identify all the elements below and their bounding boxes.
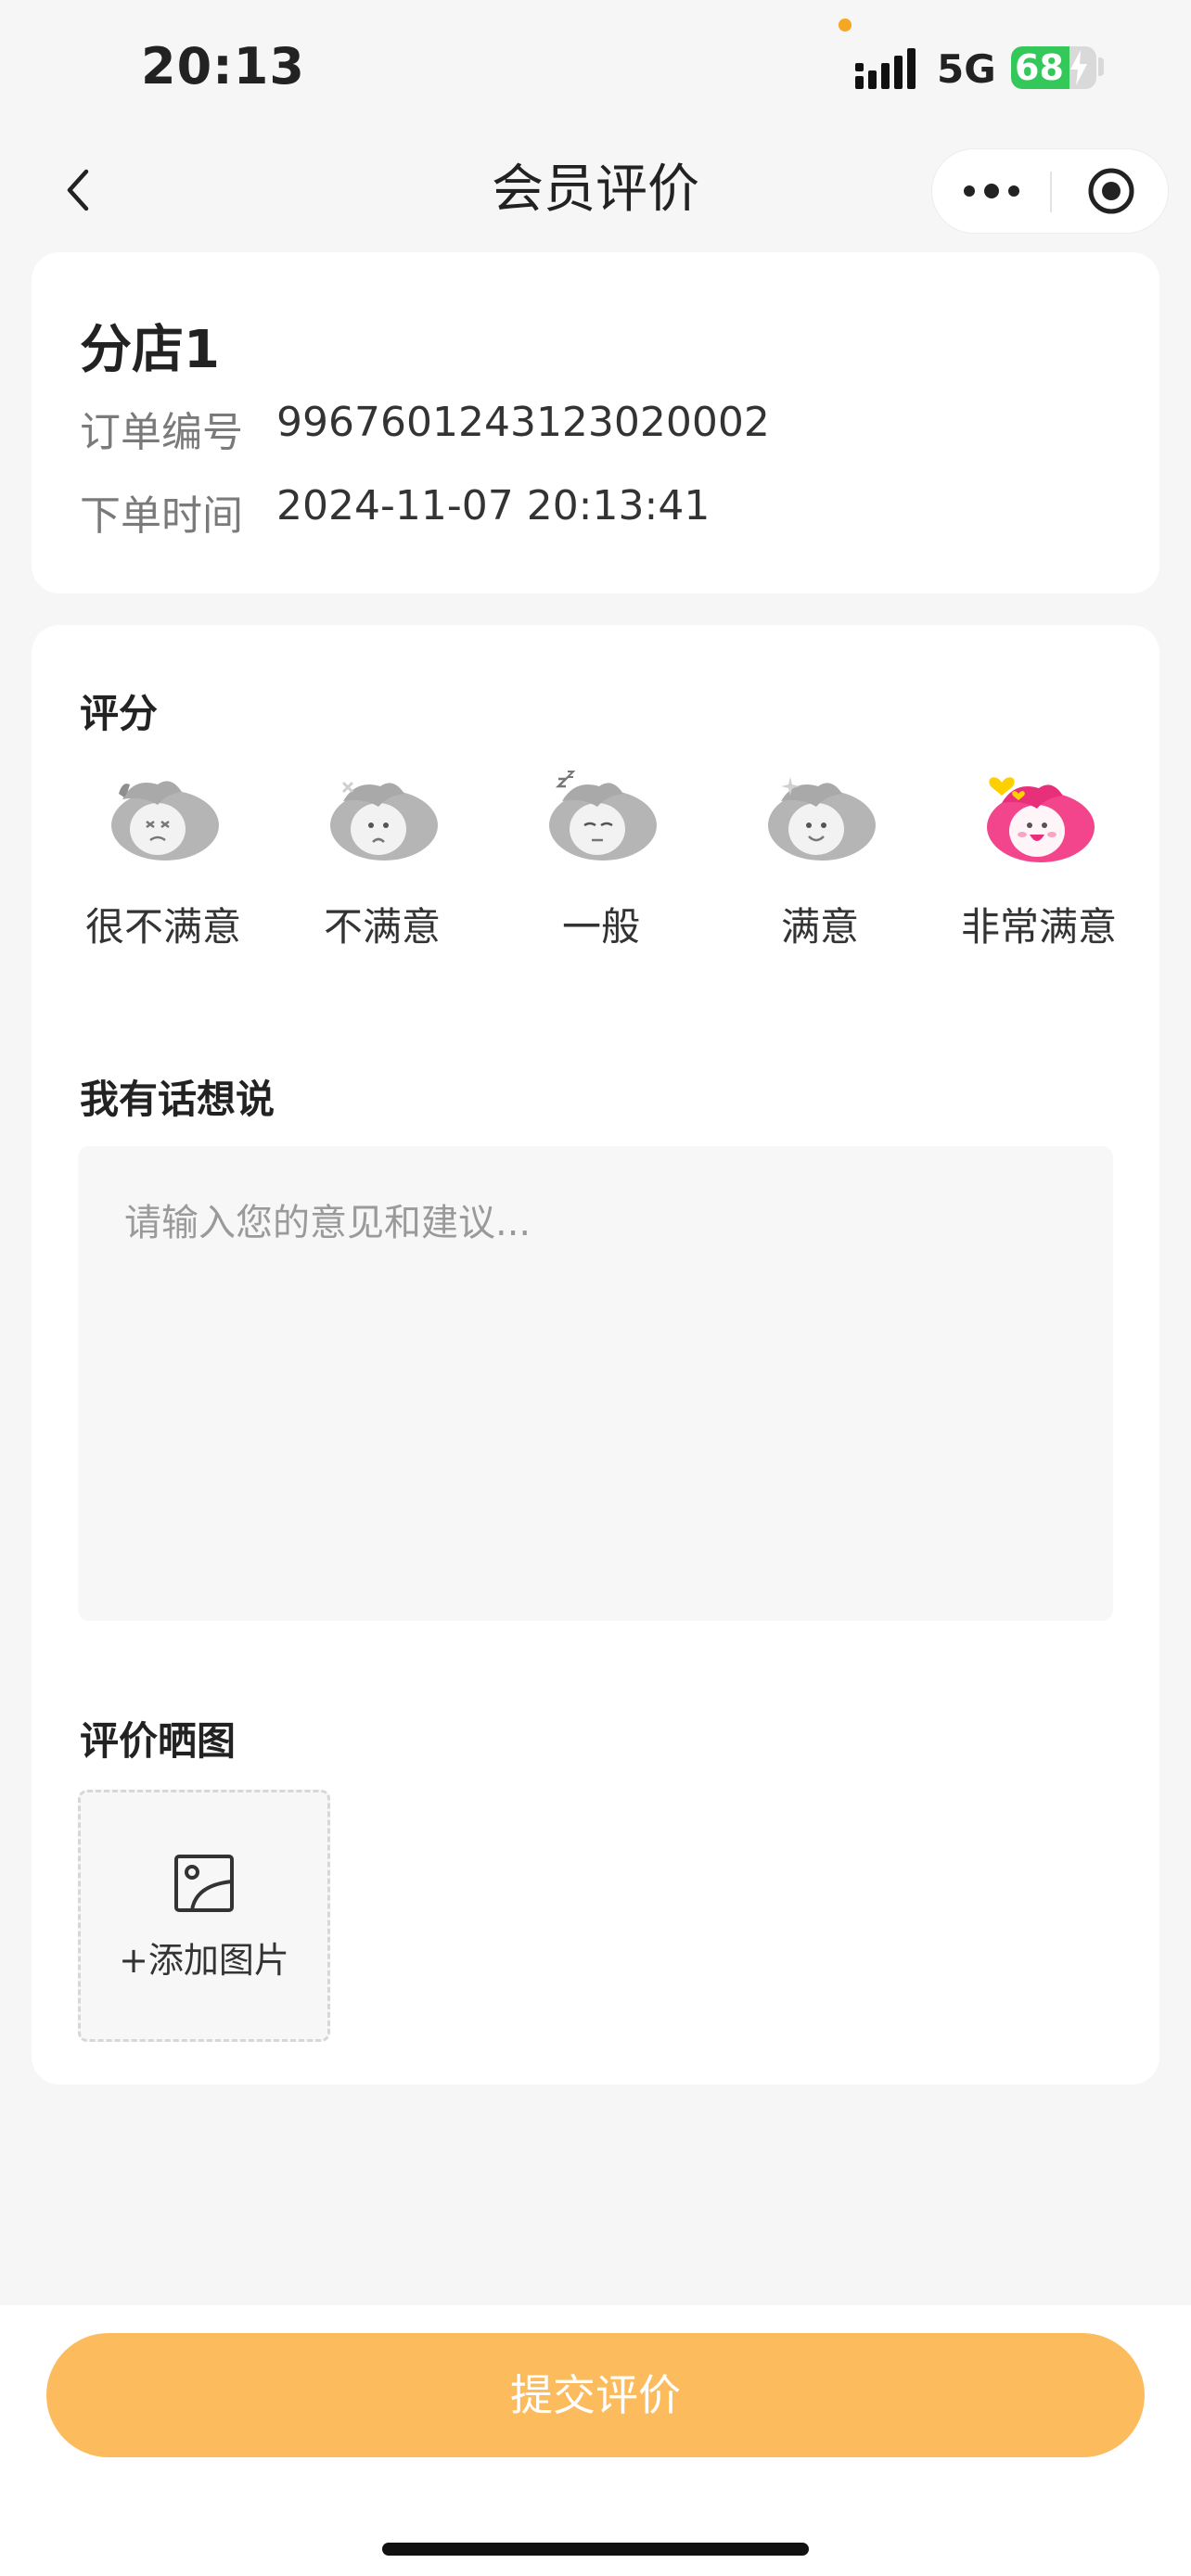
rating-option-very-satisfied[interactable]: 非常满意 — [929, 768, 1148, 981]
satisfied-face-icon — [768, 777, 876, 861]
mini-program-capsule — [931, 148, 1169, 234]
very-satisfied-face-icon — [987, 777, 1095, 862]
rating-options: 很不满意 不满意 一般 满意 非常满意 — [32, 768, 1159, 981]
signal-icon — [855, 48, 916, 89]
add-photo-label: +添加图片 — [119, 1940, 289, 1981]
rating-label: 一般 — [561, 904, 640, 950]
battery-indicator: 68 — [1011, 46, 1096, 89]
add-photo-button[interactable]: +添加图片 — [78, 1790, 330, 2042]
comment-title: 我有话想说 — [80, 1077, 275, 1122]
rating-option-neutral[interactable]: 一般 — [492, 768, 711, 981]
charging-bolt-icon — [1070, 50, 1087, 85]
rating-option-dissatisfied[interactable]: 不满意 — [273, 768, 492, 981]
target-circle-icon — [1088, 168, 1133, 214]
neutral-sleepy-face-icon — [549, 771, 657, 861]
rating-label: 非常满意 — [960, 904, 1117, 950]
review-card: 评分 很不满意 不满意 一般 满意 非常满意 我有话想说 请输入您的意见和建议.… — [32, 625, 1159, 2085]
bottom-bar: 提交评价 — [0, 2305, 1191, 2576]
order-time-value: 2024-11-07 20:13:41 — [276, 482, 711, 529]
very-dissatisfied-face-icon — [111, 781, 219, 861]
store-name: 分店1 — [80, 320, 220, 380]
status-bar: 20:13 5G 68 — [0, 0, 1191, 130]
battery-tip — [1098, 57, 1104, 76]
more-button[interactable] — [932, 149, 1050, 233]
order-number-label: 订单编号 — [80, 409, 243, 456]
rating-title: 评分 — [80, 691, 159, 736]
close-mini-program-button[interactable] — [1052, 149, 1170, 233]
photos-title: 评价晒图 — [80, 1718, 237, 1764]
image-icon — [174, 1855, 234, 1912]
order-time-row: 下单时间 2024-11-07 20:13:41 — [80, 482, 710, 542]
order-time-label: 下单时间 — [80, 492, 243, 540]
order-number-value: 996760124312302000​2 — [276, 399, 770, 446]
order-number-row: 订单编号 996760124312302000​2 — [80, 399, 770, 458]
rating-label: 不满意 — [323, 904, 441, 950]
chevron-left-icon — [67, 169, 89, 211]
order-info-card: 分店1 订单编号 996760124312302000​2 下单时间 2024-… — [32, 252, 1159, 593]
comment-input[interactable] — [78, 1146, 1113, 1621]
network-type: 5G — [937, 46, 996, 92]
nav-bar: 会员评价 — [0, 130, 1191, 250]
submit-review-button[interactable]: 提交评价 — [46, 2333, 1145, 2457]
back-button[interactable] — [46, 158, 111, 223]
home-indicator — [382, 2543, 809, 2556]
rating-label: 满意 — [780, 904, 859, 950]
privacy-indicator-dot — [839, 19, 852, 32]
rating-option-satisfied[interactable]: 满意 — [711, 768, 929, 981]
rating-label: 很不满意 — [84, 904, 241, 950]
rating-option-very-dissatisfied[interactable]: 很不满意 — [54, 768, 273, 981]
status-time: 20:13 — [141, 37, 305, 96]
dissatisfied-face-icon — [330, 781, 438, 861]
more-dots-icon — [963, 184, 1019, 198]
